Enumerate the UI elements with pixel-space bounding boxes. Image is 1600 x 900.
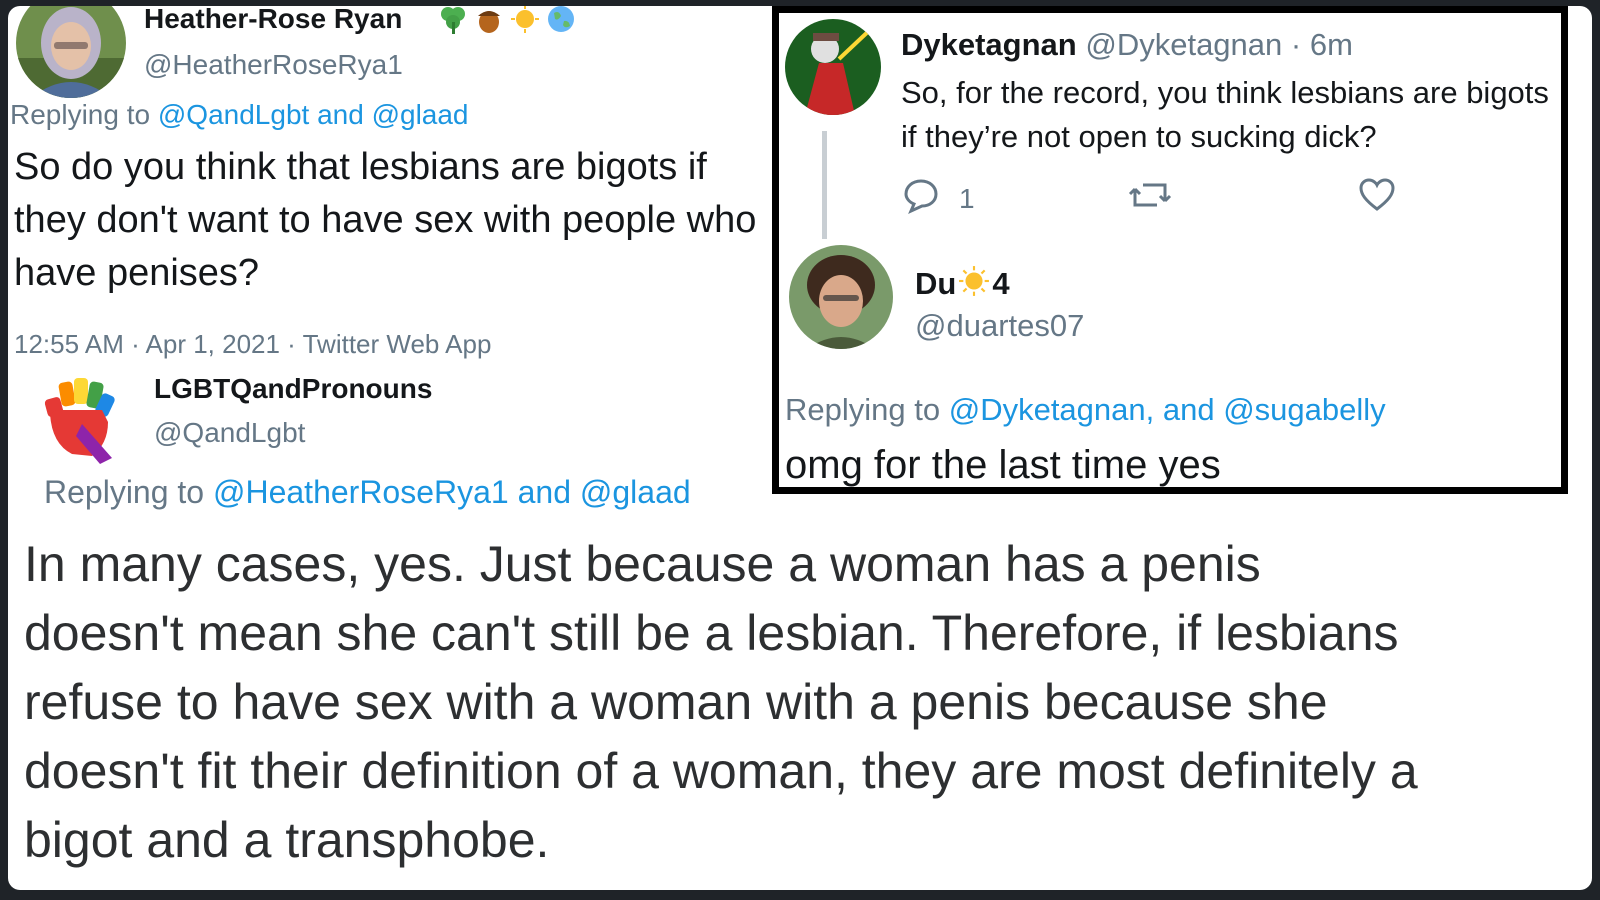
overlay-screenshot-panel: Dyketagnan @Dyketagnan · 6m So, for the …	[772, 6, 1568, 494]
shamrock-emoji	[438, 6, 468, 34]
lgbtq-avatar[interactable]	[26, 362, 134, 470]
dyketagnan-handle[interactable]: @Dyketagnan	[1085, 27, 1282, 62]
retweet-action[interactable]	[1127, 175, 1173, 222]
tweet-text: In many cases, yes. Just because a woman…	[24, 536, 1418, 868]
replying-to-line: Replying to @HeatherRoseRya1 and @glaad	[44, 472, 691, 512]
tweet-text: So do you think that lesbians are bigots…	[14, 146, 757, 294]
reply-mentions-link[interactable]: @Dyketagnan, and @sugabelly	[949, 392, 1386, 427]
lgbtq-display-name[interactable]: LGBTQandPronouns	[154, 372, 432, 406]
replying-label: Replying to	[44, 474, 205, 510]
lgbtq-handle[interactable]: @QandLgbt	[154, 416, 305, 450]
duartes-handle[interactable]: @duartes07	[915, 307, 1084, 345]
replying-label: Replying to	[785, 392, 941, 427]
like-icon	[1357, 175, 1397, 222]
tweet-actions: 1	[901, 175, 1421, 215]
replying-to-line: Replying to @QandLgbt and @glaad	[10, 98, 469, 132]
reply-text: omg for the last time yes	[785, 443, 1221, 487]
duartes-display-name[interactable]: Du 4	[915, 265, 1010, 306]
reply-mentions-link[interactable]: @QandLgbt and @glaad	[158, 99, 469, 130]
heather-avatar[interactable]	[16, 6, 126, 98]
duartes-name-end: 4	[992, 266, 1010, 301]
name-emojis	[438, 6, 576, 34]
tweet-text: So, for the record, you think lesbians a…	[901, 75, 1549, 154]
duartes-avatar[interactable]	[789, 245, 893, 349]
reply-action[interactable]: 1	[901, 175, 975, 222]
duartes-name-start: Du	[915, 266, 957, 301]
thread-connector-line	[822, 131, 827, 239]
reply-mentions-link[interactable]: @HeatherRoseRya1 and @glaad	[213, 474, 691, 510]
replying-label: Replying to	[10, 99, 151, 130]
earth-globe-emoji	[546, 6, 576, 34]
tweet-time[interactable]: · 6m	[1291, 27, 1353, 62]
heather-display-name[interactable]: Heather-Rose Ryan	[144, 6, 402, 36]
reply-count: 1	[959, 182, 975, 214]
retweet-icon	[1127, 175, 1173, 222]
acorn-emoji	[474, 6, 504, 34]
dyketagnan-display-name[interactable]: Dyketagnan	[901, 27, 1077, 62]
dyketagnan-header: Dyketagnan @Dyketagnan · 6m	[901, 27, 1353, 63]
heather-handle[interactable]: @HeatherRoseRya1	[144, 48, 403, 82]
replying-to-line: Replying to @Dyketagnan, and @sugabelly	[785, 391, 1386, 429]
sun-emoji	[510, 6, 540, 34]
dyketagnan-avatar[interactable]	[785, 19, 881, 115]
reply-icon	[901, 175, 941, 222]
sun-emoji	[958, 265, 990, 306]
tweet-timestamp[interactable]: 12:55 AM · Apr 1, 2021 · Twitter Web App	[14, 328, 491, 360]
like-action[interactable]	[1357, 175, 1397, 222]
screenshot-collage: Heather-Rose Ryan @HeatherRoseRya1 Reply…	[8, 6, 1592, 890]
